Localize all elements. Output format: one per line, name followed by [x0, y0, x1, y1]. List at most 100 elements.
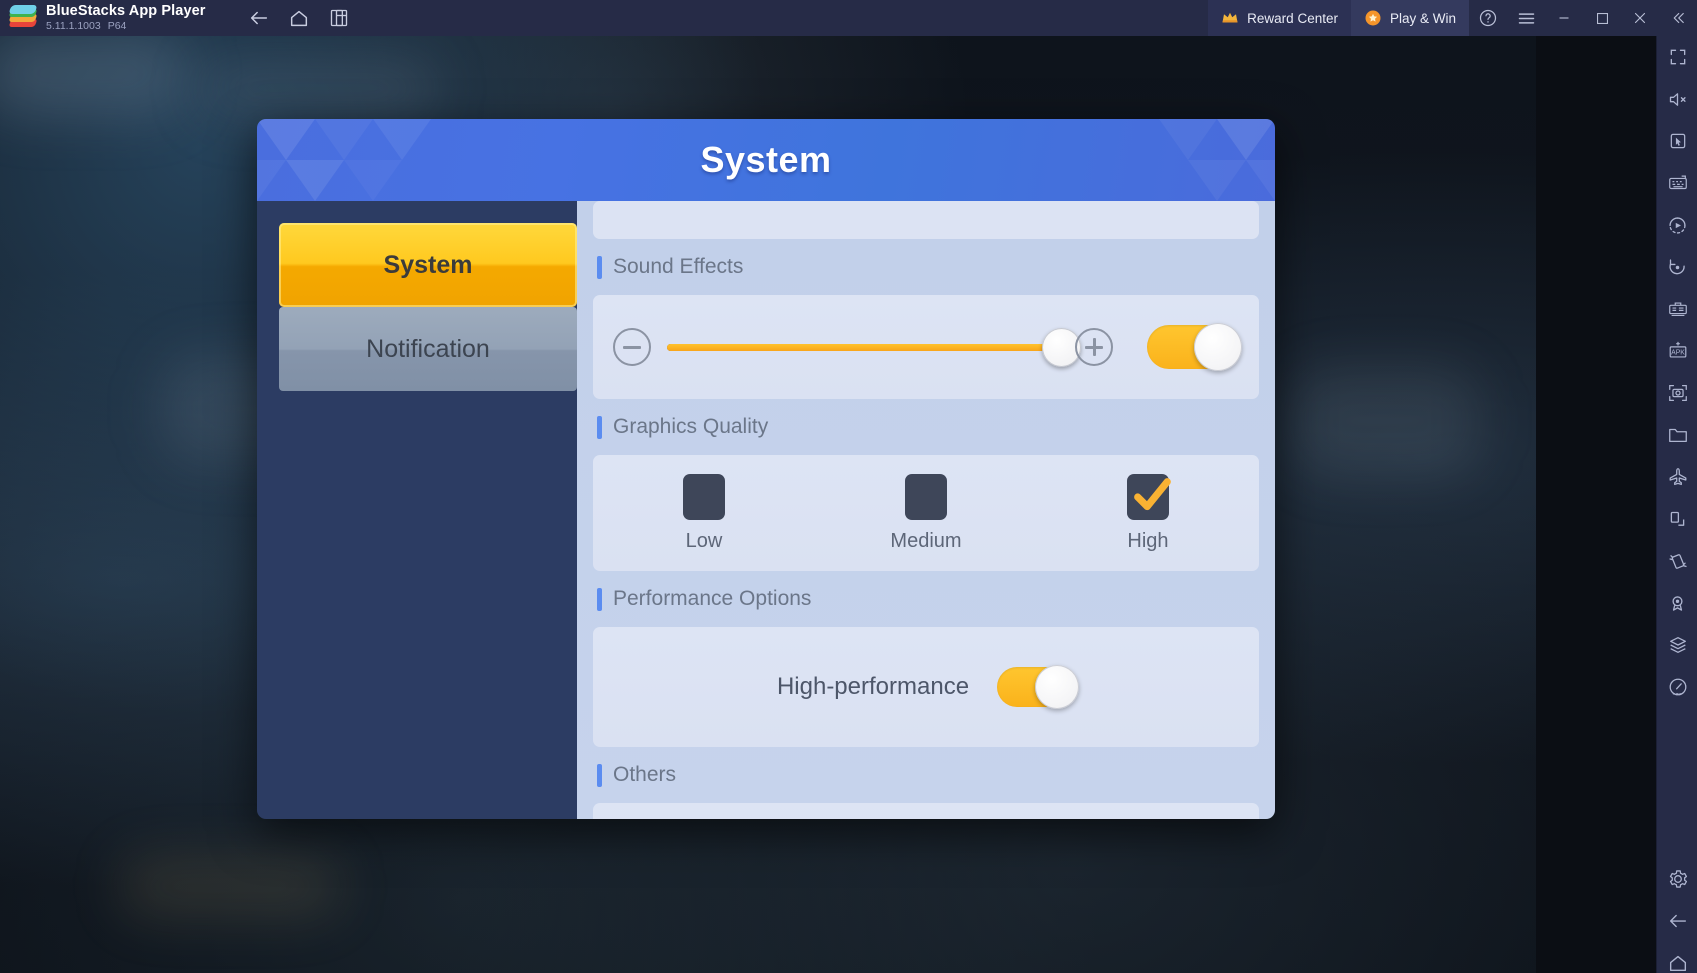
rotate-button[interactable] — [1657, 246, 1697, 288]
cursor-pointer-icon — [1670, 133, 1685, 149]
help-circle-icon — [1479, 9, 1497, 27]
tab-notification-label: Notification — [366, 334, 490, 363]
pip-icon — [1670, 511, 1685, 526]
menu-button[interactable] — [1507, 0, 1545, 36]
toggle-knob — [1194, 323, 1242, 371]
rotate-icon — [1669, 258, 1685, 274]
sound-effects-title: Sound Effects — [613, 255, 744, 278]
crown-icon — [1222, 12, 1238, 23]
multi-instance-manager-button[interactable] — [1657, 288, 1697, 330]
fullscreen-button[interactable] — [1657, 36, 1697, 78]
windows-copy-icon — [330, 9, 347, 27]
picture-in-picture-button[interactable] — [1657, 498, 1697, 540]
airplane-icon — [1669, 468, 1686, 486]
section-accent-bar — [597, 255, 602, 279]
svg-text:APK: APK — [1671, 350, 1685, 357]
install-apk-button[interactable]: APK — [1657, 330, 1697, 372]
tab-system[interactable]: System — [279, 223, 577, 307]
performance-button[interactable] — [1657, 666, 1697, 708]
app-name: BlueStacks App Player — [46, 3, 206, 19]
bluestacks-titlebar: BlueStacks App Player 5.11.1.1003 P64 Rew… — [0, 0, 1697, 36]
sound-effects-slider[interactable] — [667, 328, 1081, 367]
graphics-option-medium-label: Medium — [890, 529, 962, 552]
slider-fill — [667, 344, 1061, 351]
reward-center-button[interactable]: Reward Center — [1208, 0, 1351, 36]
location-icon — [1672, 595, 1683, 611]
section-title-graphics-quality: Graphics Quality — [593, 399, 1259, 455]
system-settings-dialog: System System Notification Sound Effects — [257, 119, 1275, 819]
shake-button[interactable] — [1657, 540, 1697, 582]
multi-instance-manager-icon — [1668, 302, 1687, 317]
shake-icon — [1668, 554, 1687, 569]
performance-options-title: Performance Options — [613, 587, 812, 610]
play-win-badge-icon — [1365, 10, 1381, 26]
screenshot-button[interactable] — [1657, 372, 1697, 414]
macro-play-icon — [1669, 216, 1686, 234]
dialog-title: System — [700, 139, 832, 180]
minimize-button[interactable] — [1545, 0, 1583, 36]
back-button[interactable] — [242, 3, 276, 33]
play-and-win-button[interactable]: Play & Win — [1350, 0, 1469, 36]
eco-mode-button[interactable] — [1657, 456, 1697, 498]
graphics-quality-card: Low Medium High — [593, 455, 1259, 571]
performance-options-card: High-performance — [593, 627, 1259, 747]
app-version: 5.11.1.1003 P64 — [46, 20, 206, 33]
toggle-knob — [1035, 665, 1080, 709]
android-home-button[interactable] — [1657, 942, 1697, 973]
graphics-option-low[interactable]: Low — [593, 473, 815, 553]
close-button[interactable] — [1621, 0, 1659, 36]
macro-recorder-button[interactable] — [1657, 204, 1697, 246]
arrow-left-icon — [250, 11, 267, 25]
sound-effects-card — [593, 295, 1259, 399]
checkbox-high[interactable] — [1127, 473, 1171, 520]
high-performance-toggle[interactable] — [997, 665, 1080, 709]
dialog-body: System Notification Sound Effects Graphi… — [257, 201, 1275, 819]
collapse-sidebar-button[interactable] — [1659, 0, 1697, 36]
home-button[interactable] — [282, 3, 316, 33]
home-icon — [290, 10, 307, 27]
settings-scroll-panel[interactable]: Sound Effects Graphics Quality Low Mediu… — [577, 201, 1275, 819]
android-back-button[interactable] — [1657, 900, 1697, 942]
titlebar-right-group: Reward Center Play & Win — [1208, 0, 1697, 36]
game-controls-button[interactable] — [1657, 120, 1697, 162]
speedometer-icon — [1669, 678, 1686, 696]
settings-button[interactable] — [1657, 858, 1697, 900]
tab-notification[interactable]: Notification — [279, 307, 577, 391]
media-folder-icon — [1668, 428, 1687, 443]
app-title-block: BlueStacks App Player 5.11.1.1003 P64 — [46, 3, 206, 33]
checkbox-low[interactable] — [683, 473, 725, 520]
graphics-option-high[interactable]: High — [1037, 473, 1259, 553]
checkbox-medium[interactable] — [905, 473, 947, 520]
layers-icon — [1669, 637, 1686, 653]
layers-button[interactable] — [1657, 624, 1697, 666]
maximize-button[interactable] — [1583, 0, 1621, 36]
settings-gear-icon — [1669, 870, 1687, 888]
section-accent-bar — [597, 587, 602, 611]
location-button[interactable] — [1657, 582, 1697, 624]
help-button[interactable] — [1469, 0, 1507, 36]
keymapping-button[interactable] — [1657, 162, 1697, 204]
high-performance-label: High-performance — [776, 673, 970, 700]
others-card — [593, 803, 1259, 819]
graphics-option-medium[interactable]: Medium — [815, 473, 1037, 553]
reward-center-label: Reward Center — [1247, 10, 1338, 26]
home-icon — [1669, 955, 1686, 972]
play-win-label: Play & Win — [1389, 10, 1456, 26]
navigation-buttons — [242, 3, 356, 33]
volume-increase-button[interactable] — [1075, 328, 1113, 366]
multi-instance-button[interactable] — [322, 3, 356, 33]
volume-decrease-button[interactable] — [613, 328, 651, 366]
keyboard-macro-icon — [1668, 175, 1687, 190]
back-arrow-icon — [1669, 914, 1686, 928]
section-title-sound-effects: Sound Effects — [593, 239, 1259, 295]
maximize-icon — [1596, 12, 1608, 24]
bluestacks-logo-icon — [8, 5, 38, 31]
sound-effects-toggle[interactable] — [1147, 323, 1242, 371]
mute-button[interactable] — [1657, 78, 1697, 120]
graphics-quality-title: Graphics Quality — [613, 415, 769, 438]
install-apk-icon: APK — [1669, 341, 1686, 358]
close-icon — [1634, 12, 1646, 24]
bluestacks-side-toolbar: APK — [1656, 36, 1697, 973]
section-title-others: Others — [593, 747, 1259, 803]
media-manager-button[interactable] — [1657, 414, 1697, 456]
